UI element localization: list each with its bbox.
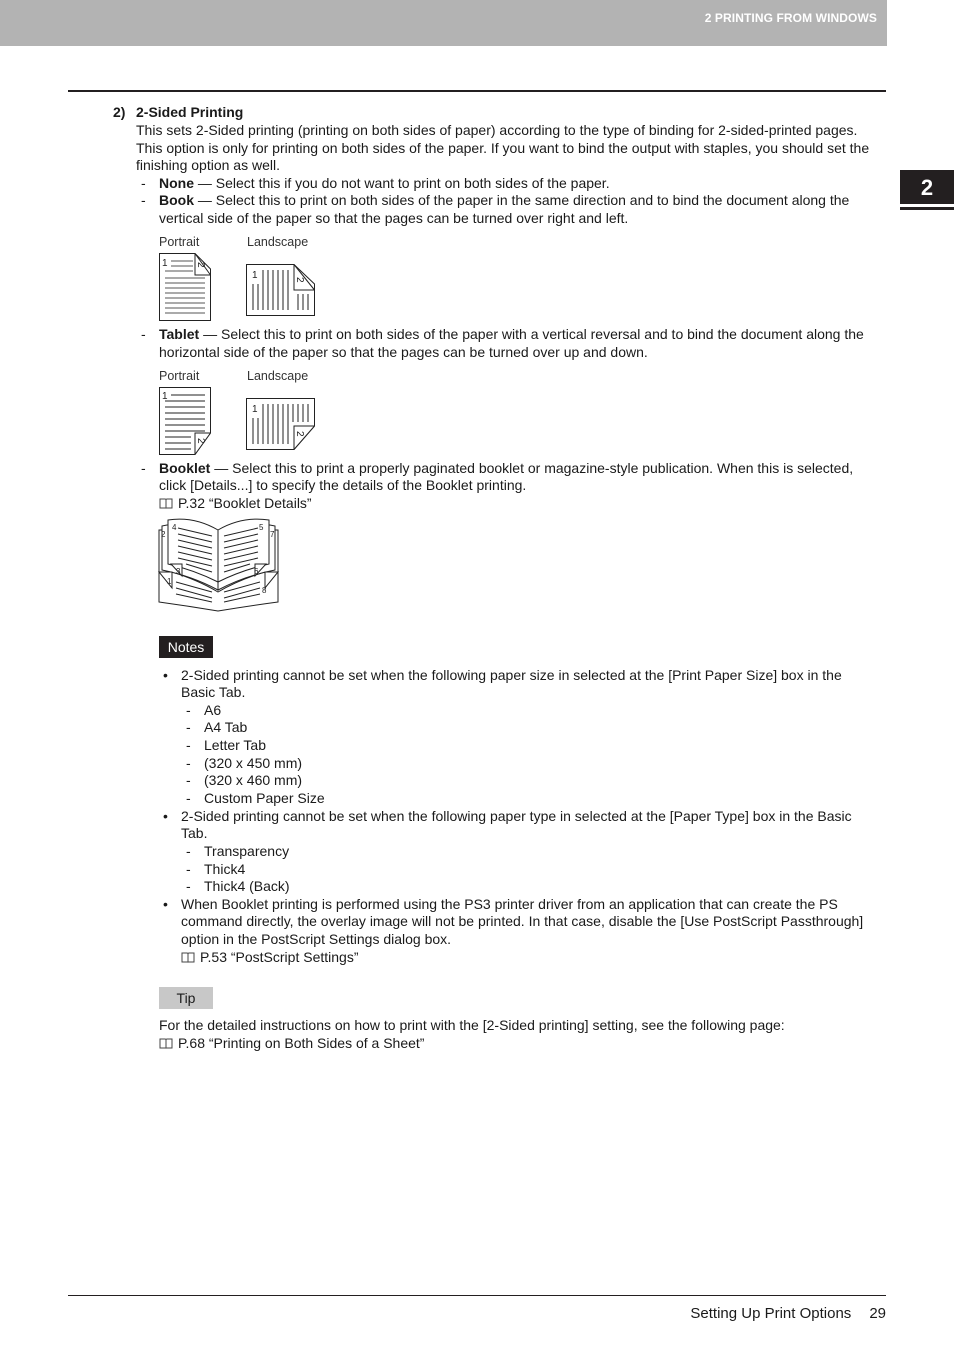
sub-item: (320 x 450 mm) (204, 755, 303, 771)
book-portrait-figure: 1 2 (159, 253, 211, 321)
figure-label-landscape: Landscape (247, 369, 309, 383)
bottom-rule (68, 1295, 886, 1296)
booklet-figure: 1 2 3 4 5 6 7 8 (157, 518, 280, 612)
postscript-settings-ref: P.53 “PostScript Settings” (200, 949, 359, 965)
footer-section-title: Setting Up Print Options (690, 1305, 852, 1322)
sub-item: Transparency (204, 843, 290, 859)
sub-dash: - (186, 843, 191, 859)
option-desc: — Select this if you do not want to prin… (194, 175, 610, 191)
tip-badge: Tip (159, 987, 213, 1009)
bullet: • (163, 667, 168, 683)
option-desc: — Select this to print a properly pagina… (210, 460, 854, 476)
sub-dash: - (186, 878, 191, 894)
chapter-tab[interactable]: 2 (900, 170, 954, 204)
book-icon (159, 498, 173, 509)
sub-dash: - (186, 719, 191, 735)
intro-line: finishing option as well. (136, 157, 280, 173)
sub-dash: - (186, 861, 191, 877)
page-number: 1 (162, 258, 168, 269)
two-sided-printing-link[interactable]: P.68 “Printing on Both Sides of a Sheet” (159, 1035, 424, 1053)
sub-dash: - (186, 755, 191, 771)
option-name: Booklet (159, 460, 211, 476)
sub-item: Custom Paper Size (204, 790, 325, 806)
option-name: Tablet (159, 326, 200, 342)
booklet-page-number: 7 (270, 530, 275, 539)
option-dash: - (141, 326, 146, 342)
note-line: Tab. (181, 825, 208, 841)
sub-item: A4 Tab (204, 719, 248, 735)
option-name: None (159, 175, 194, 191)
section-title: 2-Sided Printing (136, 104, 244, 120)
option-dash: - (141, 460, 146, 476)
booklet-page-number: 1 (167, 577, 172, 586)
option-desc-cont: horizontal side of the paper so that the… (159, 344, 648, 360)
option-desc-cont: vertical side of the paper so that the p… (159, 210, 629, 226)
note-line: When Booklet printing is performed using… (181, 896, 838, 912)
booklet-page-number: 8 (262, 586, 267, 595)
page-number: 2 (294, 431, 305, 437)
booklet-details-ref: P.32 “Booklet Details” (178, 495, 312, 511)
tablet-portrait-figure: 1 2 (159, 387, 211, 455)
booklet-page-number: 6 (254, 567, 259, 576)
footer: Setting Up Print Options 29 (690, 1305, 886, 1322)
intro-line: This option is only for printing on both… (136, 140, 870, 156)
note-line: Basic Tab. (181, 684, 246, 700)
booklet-page-number: 2 (161, 530, 166, 539)
note-line: option in the PostScript Settings dialog… (181, 931, 452, 947)
booklet-page-number: 4 (172, 523, 177, 532)
sub-item: Thick4 (Back) (204, 878, 290, 894)
option-book: Book — Select this to print on both side… (159, 192, 849, 210)
postscript-settings-link[interactable]: P.53 “PostScript Settings” (181, 949, 358, 967)
option-name: Book (159, 192, 194, 208)
intro-line: This sets 2-Sided printing (printing on … (136, 122, 858, 138)
page-number: 1 (252, 270, 258, 281)
page-number: 2 (195, 262, 206, 268)
tip-text: For the detailed instructions on how to … (159, 1017, 785, 1033)
option-desc: — Select this to print on both sides of … (194, 192, 850, 208)
figure-label-portrait: Portrait (159, 235, 200, 249)
option-booklet: Booklet — Select this to print a properl… (159, 460, 853, 478)
note-line: 2-Sided printing cannot be set when the … (181, 808, 852, 824)
sub-dash: - (186, 772, 191, 788)
sub-dash: - (186, 702, 191, 718)
page-number: 2 (195, 438, 206, 444)
sub-item: (320 x 460 mm) (204, 772, 303, 788)
figure-label-landscape: Landscape (247, 235, 309, 249)
sub-dash: - (186, 737, 191, 753)
page-number: 1 (162, 391, 168, 402)
top-rule (68, 90, 886, 92)
sub-dash: - (186, 790, 191, 806)
book-icon (159, 1038, 173, 1049)
option-desc: — Select this to print on both sides of … (199, 326, 864, 342)
option-none: None — Select this if you do not want to… (159, 175, 610, 193)
figure-label-portrait: Portrait (159, 369, 200, 383)
page-number: 2 (294, 277, 305, 283)
booklet-page-number: 3 (176, 567, 181, 576)
tablet-landscape-figure: 1 2 (246, 398, 315, 450)
page-number: 29 (869, 1305, 886, 1322)
booklet-page-number: 5 (259, 523, 264, 532)
chapter-tab-underline (900, 207, 954, 210)
sub-item: Letter Tab (204, 737, 267, 753)
option-dash: - (141, 192, 146, 208)
page-number: 1 (252, 404, 258, 415)
book-landscape-figure: 1 2 (246, 264, 315, 316)
notes-badge: Notes (159, 636, 213, 658)
option-dash: - (141, 175, 146, 191)
bullet: • (163, 896, 168, 912)
section-number: 2) (113, 104, 126, 120)
sub-item: A6 (204, 702, 222, 718)
note-line: command directly, the overlay image will… (181, 913, 864, 929)
sub-item: Thick4 (204, 861, 246, 877)
chapter-header-bar: 2 PRINTING FROM WINDOWS (0, 0, 887, 46)
option-tablet: Tablet — Select this to print on both si… (159, 326, 864, 344)
booklet-details-link[interactable]: P.32 “Booklet Details” (159, 495, 312, 513)
note-line: 2-Sided printing cannot be set when the … (181, 667, 842, 683)
book-icon (181, 952, 195, 963)
tip-ref: P.68 “Printing on Both Sides of a Sheet” (178, 1035, 425, 1051)
chapter-title: 2 PRINTING FROM WINDOWS (704, 11, 877, 25)
option-desc-cont: click [Details...] to specify the detail… (159, 477, 527, 493)
bullet: • (163, 808, 168, 824)
